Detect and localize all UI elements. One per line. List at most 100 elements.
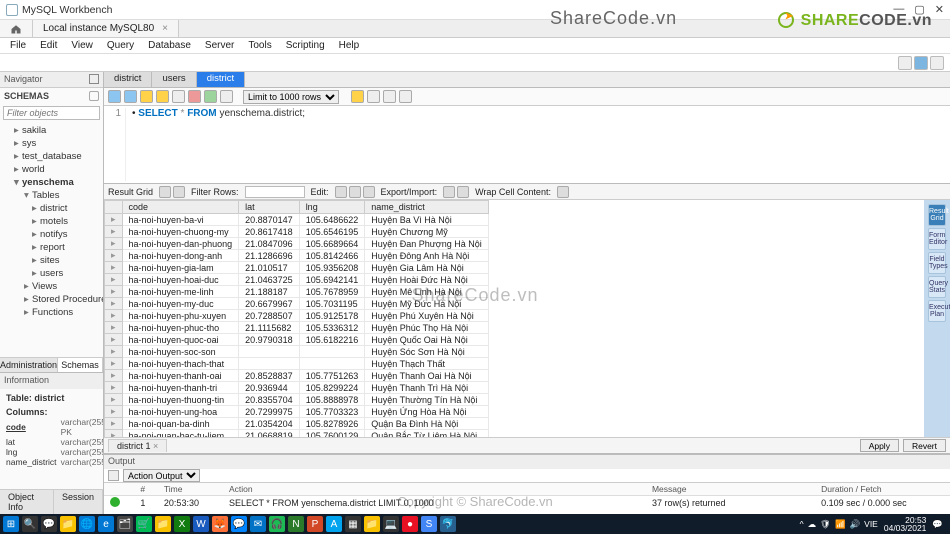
tree-node[interactable]: ▸users	[0, 267, 103, 280]
tree-node[interactable]: ▸test_database	[0, 150, 103, 163]
schema-filter-input[interactable]	[3, 106, 100, 120]
menu-database[interactable]: Database	[142, 39, 197, 52]
tree-node[interactable]: ▾Tables	[0, 189, 103, 202]
edit2-icon[interactable]	[349, 186, 361, 198]
menu-view[interactable]: View	[65, 39, 99, 52]
dock-icon[interactable]	[89, 74, 99, 84]
connection-tab[interactable]: Local instance MySQL80×	[33, 20, 179, 37]
find-icon[interactable]	[367, 90, 380, 103]
minimize-button[interactable]: —	[893, 3, 904, 16]
info-tab[interactable]: Session	[54, 490, 103, 514]
result-filter-input[interactable]	[245, 186, 305, 198]
notifications-icon[interactable]: 💬	[932, 519, 943, 530]
tray-icon[interactable]: ☁	[808, 519, 817, 530]
maximize-button[interactable]: ▢	[914, 3, 924, 16]
result-grid[interactable]: codelatlngname_district▸ha-noi-huyen-ba-…	[104, 200, 924, 437]
tree-node[interactable]: ▸Stored Procedures	[0, 293, 103, 306]
beautify-icon[interactable]	[351, 90, 364, 103]
explain-icon[interactable]	[172, 90, 185, 103]
tree-node[interactable]: ▸sakila	[0, 124, 103, 137]
open-icon[interactable]	[108, 90, 121, 103]
sql-editor[interactable]: 1 • SELECT * FROM yenschema.district;	[104, 106, 950, 184]
taskbar-app[interactable]: ▦	[345, 516, 361, 532]
taskbar-app[interactable]: e	[98, 516, 114, 532]
tray-icon[interactable]: 🔊	[850, 519, 861, 530]
tree-node[interactable]: ▸world	[0, 163, 103, 176]
taskbar-app[interactable]: 🐬	[440, 516, 456, 532]
taskbar-app[interactable]: 💻	[383, 516, 399, 532]
invisible-icon[interactable]	[383, 90, 396, 103]
file-tab[interactable]: district	[104, 72, 152, 87]
tray-icon[interactable]: ^	[800, 519, 804, 529]
taskbar-app[interactable]: 💬	[41, 516, 57, 532]
wrap-icon[interactable]	[399, 90, 412, 103]
refresh-icon[interactable]	[89, 91, 99, 101]
grid2-icon[interactable]	[173, 186, 185, 198]
tray-icon[interactable]: 📶	[835, 519, 846, 530]
edit1-icon[interactable]	[335, 186, 347, 198]
close-icon[interactable]: ×	[162, 23, 168, 34]
toggle-output-button[interactable]	[914, 56, 928, 70]
home-tab[interactable]	[0, 20, 33, 37]
stop-icon[interactable]	[188, 90, 201, 103]
tree-node[interactable]: ▾yenschema	[0, 176, 103, 189]
limit-select[interactable]: Limit to 1000 rows	[243, 90, 339, 104]
clock-date[interactable]: 04/03/2021	[884, 524, 927, 533]
menu-scripting[interactable]: Scripting	[280, 39, 331, 52]
taskbar-app[interactable]: 🦊	[212, 516, 228, 532]
save-icon[interactable]	[124, 90, 137, 103]
tray-icon[interactable]: 🛡	[820, 519, 831, 530]
commit-icon[interactable]	[204, 90, 217, 103]
menu-file[interactable]: File	[4, 39, 32, 52]
close-button[interactable]: ✕	[935, 3, 944, 16]
nav-tab-administration[interactable]: Administration	[0, 358, 58, 372]
execute-current-icon[interactable]	[156, 90, 169, 103]
taskbar-app[interactable]: 📁	[155, 516, 171, 532]
menu-edit[interactable]: Edit	[34, 39, 63, 52]
tree-node[interactable]: ▸report	[0, 241, 103, 254]
wrap-cell-icon[interactable]	[557, 186, 569, 198]
taskbar-app[interactable]: ⊞	[3, 516, 19, 532]
taskbar-app[interactable]: S	[421, 516, 437, 532]
result-tab[interactable]: district 1 ×	[108, 439, 167, 452]
taskbar-app[interactable]: 📁	[364, 516, 380, 532]
file-tab[interactable]: district	[197, 72, 245, 87]
result-view-tab[interactable]: Query Stats	[928, 276, 946, 298]
file-tab[interactable]: users	[152, 72, 196, 87]
edit3-icon[interactable]	[363, 186, 375, 198]
taskbar-app[interactable]: P	[307, 516, 323, 532]
result-view-tab[interactable]: Result Grid	[928, 204, 946, 226]
rollback-icon[interactable]	[220, 90, 233, 103]
close-icon[interactable]: ×	[153, 441, 158, 451]
tree-node[interactable]: ▸Functions	[0, 306, 103, 319]
output-clear-icon[interactable]	[108, 470, 119, 481]
apply-button[interactable]: Apply	[860, 439, 899, 452]
taskbar-app[interactable]: X	[174, 516, 190, 532]
toggle-secondary-button[interactable]	[930, 56, 944, 70]
result-view-tab[interactable]: Form Editor	[928, 228, 946, 250]
revert-button[interactable]: Revert	[903, 439, 946, 452]
execute-icon[interactable]	[140, 90, 153, 103]
taskbar-app[interactable]: A	[326, 516, 342, 532]
taskbar-app[interactable]: 🔍	[22, 516, 38, 532]
taskbar-app[interactable]: W	[193, 516, 209, 532]
info-tab[interactable]: Object Info	[0, 490, 54, 514]
taskbar-app[interactable]: 🛒	[136, 516, 152, 532]
toggle-sidebar-button[interactable]	[898, 56, 912, 70]
nav-tab-schemas[interactable]: Schemas	[58, 358, 103, 372]
grid-icon[interactable]	[159, 186, 171, 198]
taskbar-app[interactable]: ✉	[250, 516, 266, 532]
tree-node[interactable]: ▸motels	[0, 215, 103, 228]
import-icon[interactable]	[457, 186, 469, 198]
tree-node[interactable]: ▸Views	[0, 280, 103, 293]
tree-node[interactable]: ▸district	[0, 202, 103, 215]
menu-help[interactable]: Help	[333, 39, 366, 52]
menu-tools[interactable]: Tools	[242, 39, 277, 52]
taskbar-app[interactable]: 🌐	[79, 516, 95, 532]
taskbar-app[interactable]: N	[288, 516, 304, 532]
tray-icon[interactable]: VIE	[864, 519, 878, 529]
result-view-tab[interactable]: Field Types	[928, 252, 946, 274]
result-view-tab[interactable]: Execution Plan	[928, 300, 946, 322]
taskbar-app[interactable]: ●	[402, 516, 418, 532]
tree-node[interactable]: ▸notifys	[0, 228, 103, 241]
